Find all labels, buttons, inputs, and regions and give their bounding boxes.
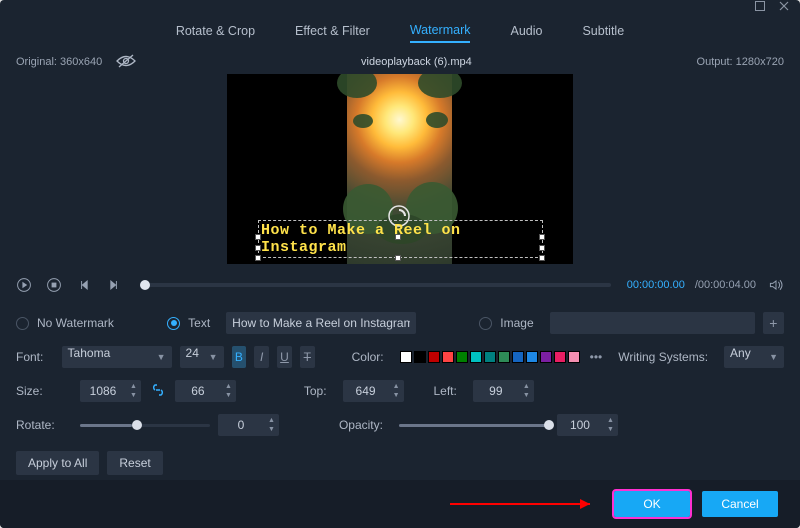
play-icon[interactable] <box>14 275 34 295</box>
italic-button[interactable]: I <box>254 346 269 368</box>
tab-effect-filter[interactable]: Effect & Filter <box>295 24 370 42</box>
watermark-text-input[interactable] <box>226 312 416 334</box>
timeline-slider[interactable] <box>140 283 611 287</box>
text-radio-label: Text <box>188 316 210 330</box>
preview-info-bar: Original: 360x640 videoplayback (6).mp4 … <box>0 50 800 74</box>
apply-to-all-button[interactable]: Apply to All <box>16 451 99 475</box>
time-total: /00:00:04.00 <box>695 279 756 291</box>
bold-button[interactable]: B <box>232 346 247 368</box>
editor-tabs: Rotate & Crop Effect & Filter Watermark … <box>0 16 800 50</box>
editor-window: Rotate & Crop Effect & Filter Watermark … <box>0 0 800 528</box>
radio-image[interactable] <box>479 317 492 330</box>
time-current: 00:00:00.00 <box>627 279 685 291</box>
top-label: Top: <box>304 384 327 398</box>
color-swatch[interactable] <box>484 351 496 363</box>
tab-rotate-crop[interactable]: Rotate & Crop <box>176 24 255 42</box>
radio-no-watermark[interactable] <box>16 317 29 330</box>
watermark-panel: No Watermark Text Image + Font: Tahoma▼ … <box>0 300 800 478</box>
color-swatch[interactable] <box>526 351 538 363</box>
color-swatch[interactable] <box>540 351 552 363</box>
cancel-button[interactable]: Cancel <box>702 491 778 517</box>
font-size-select[interactable]: 24 <box>180 346 224 368</box>
stop-icon[interactable] <box>44 275 64 295</box>
maximize-icon[interactable] <box>754 0 766 17</box>
tab-audio[interactable]: Audio <box>510 24 542 42</box>
window-titlebar <box>0 0 800 16</box>
writing-systems-select[interactable]: Any <box>724 346 784 368</box>
color-swatch[interactable] <box>456 351 468 363</box>
link-aspect-icon[interactable] <box>151 383 165 400</box>
watermark-image-input[interactable] <box>550 312 755 334</box>
reset-button[interactable]: Reset <box>107 451 162 475</box>
writing-systems-label: Writing Systems: <box>618 350 708 364</box>
original-resolution: Original: 360x640 <box>16 56 102 68</box>
next-frame-icon[interactable] <box>104 275 124 295</box>
filename: videoplayback (6).mp4 <box>136 56 696 68</box>
opacity-label: Opacity: <box>339 418 383 432</box>
color-swatch[interactable] <box>498 351 510 363</box>
eye-off-icon[interactable] <box>116 54 136 71</box>
rotate-stepper[interactable]: ▲▼ <box>218 414 279 436</box>
tab-subtitle[interactable]: Subtitle <box>582 24 624 42</box>
width-stepper[interactable]: ▲▼ <box>80 380 141 402</box>
size-label: Size: <box>16 384 64 398</box>
radio-text[interactable] <box>167 317 180 330</box>
ok-button[interactable]: OK <box>614 491 690 517</box>
video-preview: How to Make a Reel on Instagram <box>0 74 800 270</box>
left-stepper[interactable]: ▲▼ <box>473 380 534 402</box>
color-label: Color: <box>352 350 384 364</box>
color-swatch[interactable] <box>470 351 482 363</box>
top-stepper[interactable]: ▲▼ <box>343 380 404 402</box>
color-swatch[interactable] <box>428 351 440 363</box>
image-radio-label: Image <box>500 316 533 330</box>
font-family-select[interactable]: Tahoma <box>62 346 172 368</box>
color-swatch[interactable] <box>512 351 524 363</box>
volume-icon[interactable] <box>766 275 786 295</box>
font-label: Font: <box>16 350 46 364</box>
output-resolution: Output: 1280x720 <box>697 56 784 68</box>
tab-watermark[interactable]: Watermark <box>410 23 471 43</box>
playback-controls: 00:00:00.00/00:00:04.00 <box>0 270 800 300</box>
strike-button[interactable]: T <box>300 346 315 368</box>
color-swatches[interactable] <box>400 351 580 363</box>
color-swatch[interactable] <box>442 351 454 363</box>
color-swatch[interactable] <box>554 351 566 363</box>
height-stepper[interactable]: ▲▼ <box>175 380 236 402</box>
left-label: Left: <box>434 384 457 398</box>
prev-frame-icon[interactable] <box>74 275 94 295</box>
color-swatch[interactable] <box>568 351 580 363</box>
underline-button[interactable]: U <box>277 346 292 368</box>
opacity-slider[interactable] <box>399 424 549 427</box>
dialog-footer: OK Cancel <box>0 480 800 528</box>
close-icon[interactable] <box>778 0 790 17</box>
rotate-slider[interactable] <box>80 424 210 427</box>
add-image-button[interactable]: + <box>763 312 784 334</box>
color-swatch[interactable] <box>414 351 426 363</box>
more-colors-icon[interactable]: ••• <box>590 350 603 364</box>
color-swatch[interactable] <box>400 351 412 363</box>
opacity-stepper[interactable]: ▲▼ <box>557 414 618 436</box>
preview-frame[interactable]: How to Make a Reel on Instagram <box>227 74 573 264</box>
rotate-label: Rotate: <box>16 418 64 432</box>
no-watermark-label: No Watermark <box>37 316 114 330</box>
